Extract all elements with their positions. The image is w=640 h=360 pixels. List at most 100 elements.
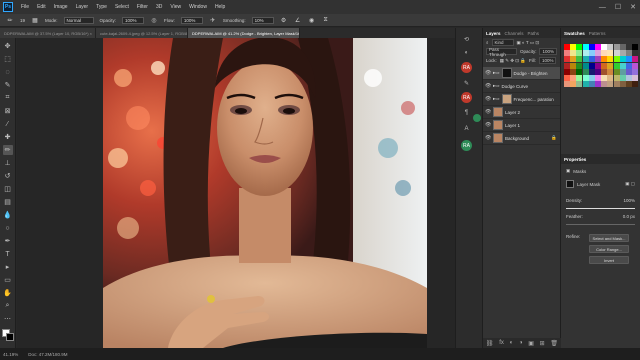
feather-slider[interactable] xyxy=(566,224,635,225)
color-swatch[interactable] xyxy=(632,50,639,57)
color-swatch[interactable] xyxy=(564,62,570,69)
color-swatch[interactable] xyxy=(625,81,632,88)
pen-icon[interactable]: ✒ xyxy=(3,236,13,246)
color-swatch[interactable] xyxy=(570,50,577,57)
maximize-icon[interactable]: ☐ xyxy=(615,3,621,11)
color-swatch[interactable] xyxy=(570,68,577,75)
color-swatch[interactable] xyxy=(625,62,632,69)
color-swatch[interactable] xyxy=(613,62,620,69)
color-swatch[interactable] xyxy=(632,74,639,81)
layer-thumbnail[interactable] xyxy=(493,120,503,130)
menu-type[interactable]: Type xyxy=(92,4,111,10)
color-swatch[interactable] xyxy=(601,44,608,50)
color-swatch[interactable] xyxy=(625,68,632,75)
color-swatch[interactable] xyxy=(594,44,601,50)
color-swatch[interactable] xyxy=(582,68,589,75)
color-swatch[interactable] xyxy=(570,74,577,81)
eyedropper-icon[interactable]: ⁄ xyxy=(3,119,13,129)
link-layers-icon[interactable]: ⛓ xyxy=(486,340,494,347)
layer-row[interactable]: 👁 Layer 1 xyxy=(483,119,560,132)
type-icon[interactable]: T xyxy=(3,249,13,259)
layer-thumbnail[interactable] xyxy=(501,94,512,104)
layer-name[interactable]: Layer 1 xyxy=(505,123,520,128)
shape-icon[interactable]: ▭ xyxy=(3,275,13,285)
color-swatch[interactable] xyxy=(576,81,583,88)
color-swatch[interactable] xyxy=(582,50,589,57)
color-swatch[interactable] xyxy=(564,50,570,57)
visibility-eye-icon[interactable]: 👁 xyxy=(485,109,491,115)
visibility-eye-icon[interactable]: 👁 xyxy=(485,70,491,76)
color-swatch[interactable] xyxy=(613,74,620,81)
layer-opacity-field[interactable]: 100% xyxy=(539,48,557,55)
color-swatch[interactable] xyxy=(588,68,595,75)
color-swatch[interactable] xyxy=(594,81,601,88)
paragraph-icon[interactable]: ¶ xyxy=(461,108,472,118)
color-swatch[interactable] xyxy=(607,68,614,75)
new-layer-icon[interactable]: ⊞ xyxy=(540,340,545,347)
menu-window[interactable]: Window xyxy=(185,4,211,10)
color-swatch[interactable] xyxy=(607,74,614,81)
layer-mask-thumbnail[interactable] xyxy=(501,68,512,78)
angle-icon[interactable]: ∠ xyxy=(294,16,302,24)
menu-help[interactable]: Help xyxy=(211,4,229,10)
color-swatch[interactable] xyxy=(582,62,589,69)
symmetry-icon[interactable]: ⧖ xyxy=(322,16,330,24)
visibility-eye-icon[interactable]: 👁 xyxy=(485,96,491,102)
color-swatch[interactable] xyxy=(619,81,626,88)
doc-tab-2[interactable]: cute-kajal-2609-4.jpeg @ 12.5% (Layer 1,… xyxy=(96,28,188,38)
feather-value[interactable]: 0.0 px xyxy=(623,214,635,219)
color-swatch[interactable] xyxy=(619,74,626,81)
menu-filter[interactable]: Filter xyxy=(133,4,152,10)
layer-name[interactable]: Layer 2 xyxy=(505,110,520,115)
color-swatch[interactable] xyxy=(607,50,614,57)
menu-select[interactable]: Select xyxy=(111,4,133,10)
doc-tab-active[interactable]: DDPERWALAIM @ 41.2% (Dodge - Brighten, L… xyxy=(188,28,300,38)
layer-name[interactable]: Dodge - Brighten xyxy=(514,71,548,76)
color-swatch[interactable] xyxy=(632,81,639,88)
color-swatch[interactable] xyxy=(625,44,632,50)
group-folder-icon[interactable]: ▸▭ xyxy=(493,83,500,89)
layer-name[interactable]: Frequenc... paration xyxy=(514,97,554,102)
color-swatch[interactable] xyxy=(632,44,639,50)
brush-size-value[interactable]: 19 xyxy=(20,18,25,23)
color-swatch[interactable] xyxy=(613,68,620,75)
color-swatch[interactable] xyxy=(632,68,639,75)
eraser-icon[interactable]: ◫ xyxy=(3,184,13,194)
lasso-icon[interactable]: ◌ xyxy=(3,67,13,77)
color-swatch[interactable] xyxy=(601,62,608,69)
color-swatch[interactable] xyxy=(564,74,570,81)
menu-3d[interactable]: 3D xyxy=(152,4,166,10)
tab-paths[interactable]: Paths xyxy=(528,31,540,36)
color-swatch[interactable] xyxy=(588,56,595,63)
layer-name[interactable]: Background xyxy=(505,136,529,141)
filter-icons[interactable]: ▣ ◐ T ▭ ⊡ xyxy=(517,40,540,46)
zoom-icon[interactable]: ⌕ xyxy=(3,301,13,311)
mask-mode-icons[interactable]: ▣ ▢ xyxy=(625,181,635,187)
pressure-opacity-icon[interactable]: ◎ xyxy=(150,16,158,24)
layer-name[interactable]: Dodge Curve xyxy=(502,84,529,89)
invert-button[interactable]: Invert xyxy=(589,256,629,264)
color-swatch[interactable] xyxy=(582,44,589,50)
stamp-icon[interactable]: ⊥ xyxy=(3,158,13,168)
color-swatch[interactable] xyxy=(625,74,632,81)
layer-row[interactable]: 👁 Background 🔒 xyxy=(483,132,560,145)
color-swatch[interactable] xyxy=(594,68,601,75)
green-status-icon[interactable] xyxy=(473,114,481,122)
color-swatch[interactable] xyxy=(625,56,632,63)
color-swatch[interactable] xyxy=(601,50,608,57)
gradient-icon[interactable]: ▤ xyxy=(3,197,13,207)
color-swatch[interactable] xyxy=(576,68,583,75)
density-value[interactable]: 100% xyxy=(623,198,635,203)
quick-select-icon[interactable]: ✎ xyxy=(3,80,13,90)
path-select-icon[interactable]: ▸ xyxy=(3,262,13,272)
layer-row[interactable]: 👁 ▸▭ Frequenc... paration xyxy=(483,93,560,106)
color-swatch[interactable] xyxy=(619,44,626,50)
blend-mode-select[interactable]: Pass Through xyxy=(486,47,517,57)
color-swatch[interactable] xyxy=(564,44,570,50)
color-swatch[interactable] xyxy=(601,56,608,63)
color-swatch[interactable] xyxy=(588,62,595,69)
close-icon[interactable]: ✕ xyxy=(630,3,636,11)
flow-field[interactable]: 100% xyxy=(180,16,203,24)
color-swatch[interactable] xyxy=(588,50,595,57)
color-swatch[interactable] xyxy=(582,56,589,63)
